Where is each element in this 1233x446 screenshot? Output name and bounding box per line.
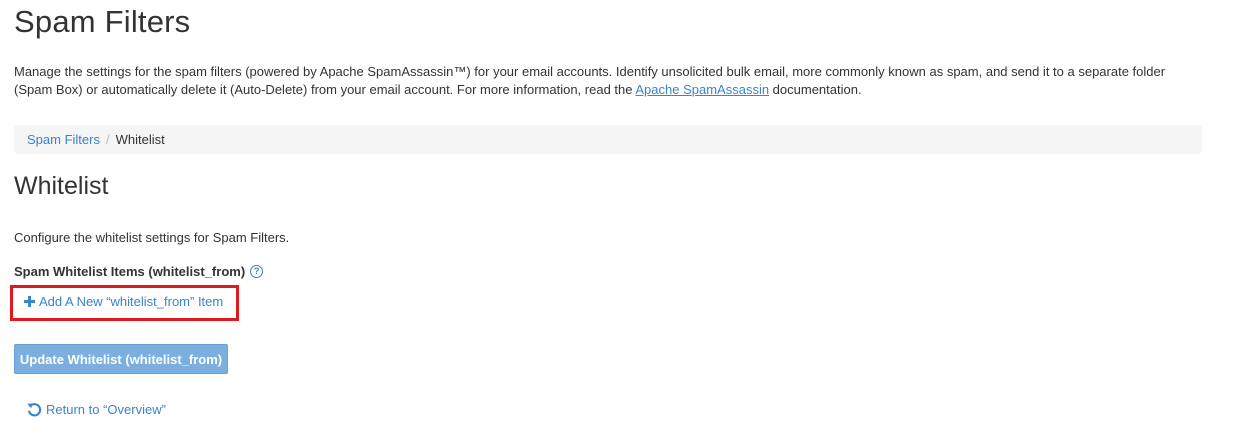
- plus-icon: [24, 296, 35, 307]
- apache-spamassassin-link[interactable]: Apache SpamAssassin: [635, 82, 769, 97]
- breadcrumb-current: Whitelist: [115, 132, 165, 147]
- whitelist-field-label: Spam Whitelist Items (whitelist_from) ?: [14, 264, 264, 279]
- intro-text: Manage the settings for the spam filters…: [14, 64, 1166, 97]
- undo-icon: [27, 403, 42, 417]
- breadcrumb-spam-filters[interactable]: Spam Filters: [27, 132, 100, 147]
- intro-tail: documentation.: [769, 81, 862, 97]
- intro-paragraph: Manage the settings for the spam filters…: [14, 63, 1202, 98]
- breadcrumb: Spam Filters / Whitelist: [14, 125, 1202, 154]
- question-circle-icon[interactable]: ?: [250, 265, 264, 278]
- return-label: Return to “Overview”: [46, 402, 166, 417]
- highlight-box: Add A New “whitelist_from” Item: [10, 285, 239, 321]
- page-title: Spam Filters: [14, 4, 191, 39]
- update-whitelist-button[interactable]: Update Whitelist (whitelist_from): [14, 344, 228, 374]
- whitelist-label-text: Spam Whitelist Items (whitelist_from): [14, 264, 246, 279]
- return-to-overview-link[interactable]: Return to “Overview”: [26, 401, 166, 418]
- section-title: Whitelist: [14, 172, 109, 200]
- add-whitelist-item-link[interactable]: Add A New “whitelist_from” Item: [24, 294, 223, 309]
- breadcrumb-separator: /: [105, 132, 110, 147]
- section-description: Configure the whitelist settings for Spa…: [14, 230, 290, 245]
- add-whitelist-item-label: Add A New “whitelist_from” Item: [39, 294, 224, 309]
